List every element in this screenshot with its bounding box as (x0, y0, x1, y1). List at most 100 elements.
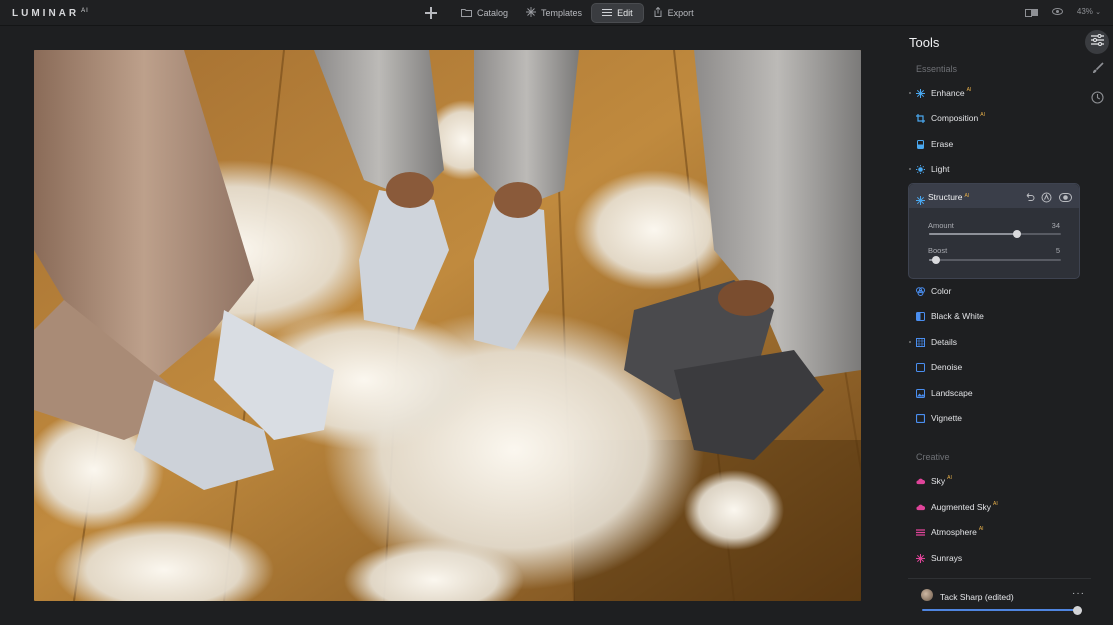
photo-preview[interactable] (34, 50, 861, 601)
tool-label: Atmosphere (931, 527, 977, 537)
image-canvas (0, 27, 900, 625)
amount-label: Amount (928, 221, 954, 230)
zoom-level: 43% (1076, 7, 1093, 16)
preset-strength-slider[interactable] (922, 609, 1078, 611)
cloud-icon (916, 503, 925, 512)
enhance-icon (916, 88, 925, 98)
structure-icon (916, 192, 925, 205)
top-bar: LUMINARAI Catalog Templates Edit Export (0, 0, 1113, 26)
export-icon (653, 6, 663, 19)
sparkle-icon (526, 7, 537, 19)
tool-composition[interactable]: Composition AI (908, 108, 1080, 128)
tool-label: Denoise (931, 362, 963, 372)
edit-button[interactable]: Edit (591, 3, 644, 23)
right-rail (1082, 27, 1113, 625)
eye-icon[interactable] (1051, 8, 1063, 15)
crop-icon (916, 113, 925, 123)
tool-enhance[interactable]: Enhance AI (908, 83, 1080, 103)
export-label: Export (667, 8, 694, 18)
catalog-button[interactable]: Catalog (452, 3, 517, 23)
tool-label: Black & White (931, 311, 984, 321)
denoise-icon (916, 362, 925, 372)
tool-label: Landscape (931, 388, 973, 398)
catalog-label: Catalog (477, 8, 509, 18)
templates-button[interactable]: Templates (517, 3, 591, 23)
amount-slider[interactable] (929, 230, 1061, 238)
color-icon (916, 286, 925, 296)
compare-icon[interactable] (1024, 8, 1038, 17)
structure-header[interactable]: Structure AI (909, 184, 1079, 208)
zoom-dropdown[interactable]: 43% ⌄ (1077, 7, 1101, 16)
tool-label: Enhance (931, 88, 965, 98)
brush-icon (1091, 62, 1104, 80)
boost-label: Boost (928, 246, 948, 255)
details-icon (916, 337, 925, 347)
logo-text: LUMINAR (12, 8, 80, 19)
tool-label: Erase (931, 139, 954, 149)
tool-label: Details (931, 337, 957, 347)
clock-icon (1090, 91, 1104, 109)
tool-black-white[interactable]: Black & White (908, 306, 1080, 326)
tools-tab[interactable] (1085, 30, 1109, 54)
brush-tab[interactable] (1085, 59, 1109, 83)
sliders-icon (602, 8, 613, 19)
top-nav: Catalog Templates Edit Export (424, 3, 703, 23)
reset-icon[interactable] (1024, 190, 1035, 201)
sliders-icon (1090, 33, 1104, 51)
boost-slider[interactable] (929, 256, 1061, 264)
tool-label: Light (931, 164, 950, 174)
boost-handle[interactable] (932, 256, 940, 264)
tool-vignette[interactable]: Vignette (908, 408, 1080, 428)
tool-denoise[interactable]: Denoise (908, 357, 1080, 377)
tool-label: Augmented Sky (931, 502, 992, 512)
add-photos-icon[interactable] (424, 6, 438, 20)
amount-fill (929, 233, 1017, 235)
tool-augmented-sky[interactable]: Augmented Sky AI (908, 497, 1080, 517)
tool-sunrays[interactable]: Sunrays (908, 548, 1080, 568)
logo-sup: AI (81, 8, 89, 14)
sun-icon (916, 164, 925, 174)
tool-erase[interactable]: Erase (908, 134, 1080, 154)
preset-bar: Tack Sharp (edited) ··· (908, 578, 1091, 624)
ai-mask-icon[interactable] (1041, 190, 1052, 203)
chevron-down-icon: ⌄ (1095, 9, 1101, 16)
photo-image (34, 50, 861, 601)
tool-label: Sunrays (931, 553, 963, 563)
view-controls: 43% ⌄ (1024, 7, 1101, 17)
preset-name: Tack Sharp (edited) (940, 592, 1014, 602)
eraser-icon (916, 139, 925, 149)
ai-badge: AI (978, 526, 984, 532)
amount-handle[interactable] (1013, 230, 1021, 238)
history-tab[interactable] (1085, 88, 1109, 112)
panel-title: Tools (909, 35, 940, 50)
essentials-heading: Essentials (916, 64, 958, 74)
tool-sky[interactable]: Sky AI (908, 471, 1080, 491)
ai-badge: AI (980, 112, 985, 118)
edit-label: Edit (617, 8, 633, 18)
templates-label: Templates (541, 8, 583, 18)
landscape-icon (916, 388, 925, 398)
tool-color[interactable]: Color (908, 281, 1080, 301)
active-dot (909, 168, 911, 170)
bw-icon (916, 311, 925, 321)
ai-badge: AI (947, 475, 952, 481)
creative-heading: Creative (916, 452, 950, 462)
tool-label: Vignette (931, 413, 963, 423)
preset-strength-handle[interactable] (1073, 606, 1082, 615)
tool-details[interactable]: Details (908, 332, 1080, 352)
tool-light[interactable]: Light (908, 159, 1080, 179)
cloud-icon (916, 477, 925, 486)
atmosphere-icon (916, 528, 925, 537)
toggle-visibility-icon[interactable] (1059, 190, 1072, 202)
structure-tool-card: Structure AI Amount 34 Boost 5 (908, 183, 1080, 279)
preset-thumbnail (921, 589, 933, 601)
active-dot (909, 92, 911, 94)
tool-landscape[interactable]: Landscape (908, 383, 1080, 403)
tool-atmosphere[interactable]: Atmosphere AI (908, 522, 1080, 542)
export-button[interactable]: Export (644, 3, 703, 23)
ai-badge: AI (966, 87, 972, 93)
amount-value: 34 (1051, 221, 1060, 230)
structure-title: Structure AI (928, 192, 969, 202)
ai-badge: AI (993, 501, 998, 507)
ai-badge: AI (964, 193, 970, 199)
